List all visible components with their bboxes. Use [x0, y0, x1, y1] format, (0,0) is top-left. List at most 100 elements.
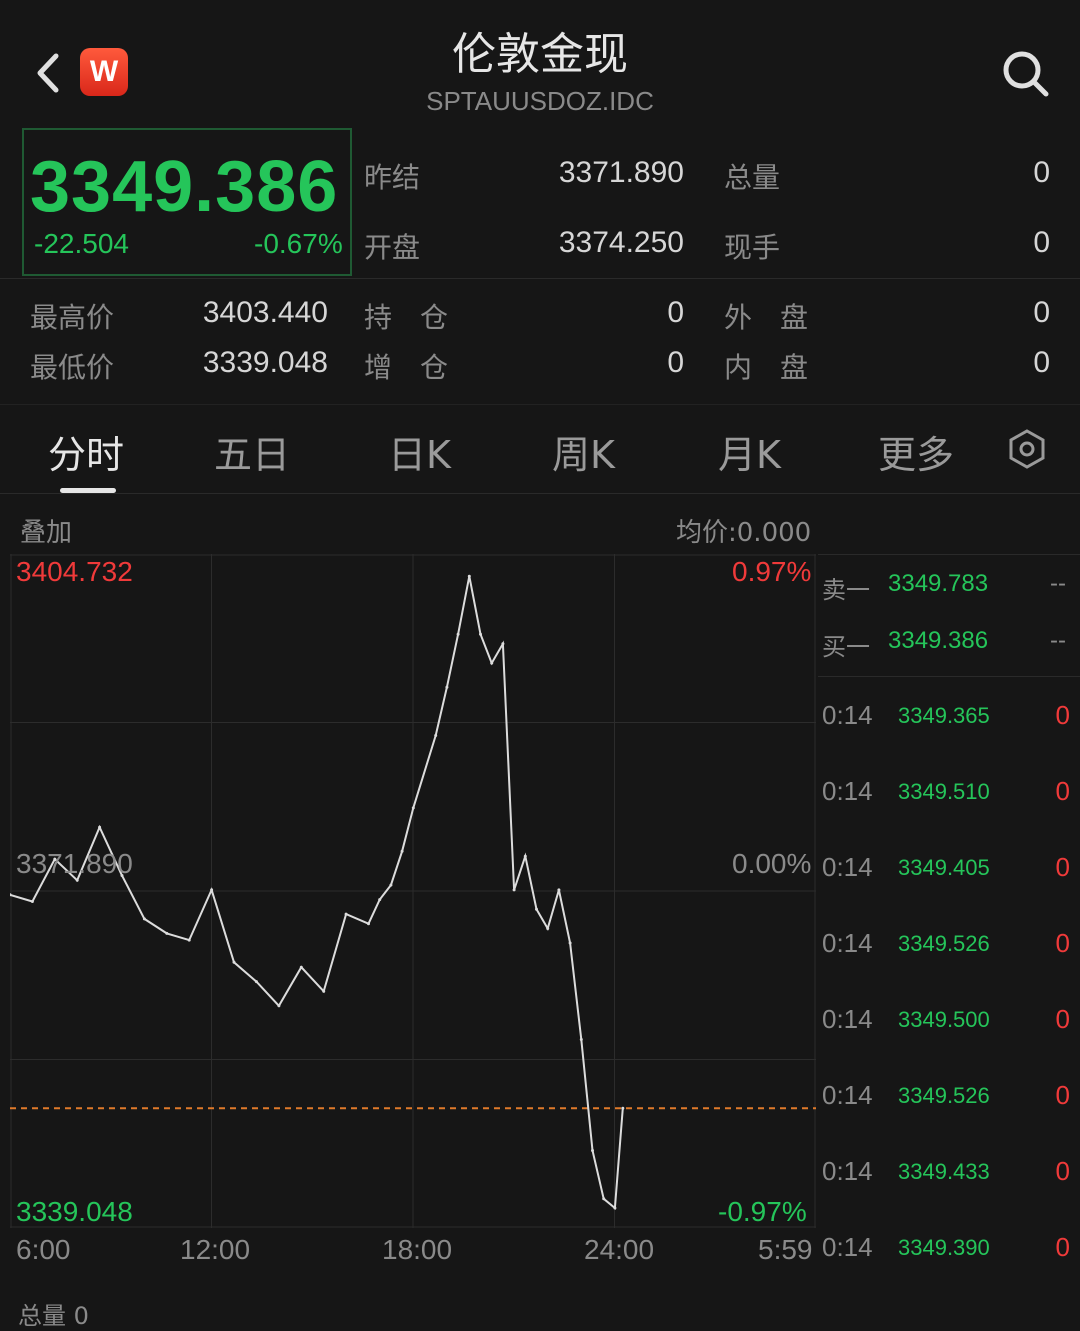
- stat-label-inner: 内 盘: [724, 351, 809, 384]
- price-point: [602, 1197, 606, 1201]
- stat-label-high: 最高价: [30, 301, 115, 334]
- price-series-line: [10, 576, 624, 1210]
- tick-volume: 0: [1055, 1232, 1070, 1262]
- stat-value-inner: 0: [1033, 346, 1050, 379]
- overlay-button[interactable]: 叠加: [20, 512, 72, 549]
- stat-value-open: 3374.250: [558, 226, 684, 259]
- price-point: [490, 661, 494, 665]
- price-point: [367, 922, 370, 926]
- price-point: [479, 632, 482, 636]
- price-point: [535, 907, 538, 911]
- stat-value-outer: 0: [1033, 296, 1050, 329]
- tick-time: 0:14: [822, 1004, 873, 1034]
- stat-label-volume: 总量: [724, 161, 781, 194]
- stat-label-outer: 外 盘: [724, 301, 809, 334]
- ask-price: 3349.783: [888, 570, 989, 597]
- ask-label: 卖一: [822, 576, 870, 604]
- stat-label-low: 最低价: [30, 351, 115, 384]
- pct-max-label: 0.97%: [732, 556, 812, 587]
- last-price: 3349.386: [30, 147, 339, 227]
- price-point: [579, 1038, 583, 1041]
- tick-volume: 0: [1055, 852, 1070, 882]
- stat-value-open-interest: 0: [667, 296, 684, 329]
- symbol-code: SPTAUUSDOZ.IDC: [426, 86, 654, 116]
- search-icon[interactable]: [1000, 48, 1052, 100]
- price-point: [30, 900, 34, 903]
- tick-price: 3349.526: [898, 931, 990, 956]
- stat-label-open: 开盘: [364, 231, 421, 264]
- price-point: [400, 849, 404, 853]
- y-min-label: 3339.048: [16, 1196, 133, 1227]
- tick-price: 3349.510: [898, 779, 990, 804]
- tab-weekly-k[interactable]: 周K: [552, 424, 615, 479]
- price-point: [501, 642, 505, 646]
- divider: [818, 676, 1080, 677]
- bid-volume: --: [1050, 627, 1066, 654]
- tab-daily-k[interactable]: 日K: [388, 424, 451, 479]
- y-mid-label: 3371.890: [16, 848, 133, 879]
- time-axis-label: 24:00: [584, 1234, 655, 1265]
- stat-label-current-hand: 现手: [724, 231, 781, 264]
- price-point: [456, 632, 460, 636]
- divider: [0, 404, 1080, 405]
- settings-icon[interactable]: [1006, 428, 1048, 470]
- tick-price: 3349.365: [898, 703, 990, 728]
- tick-price: 3349.405: [898, 855, 990, 880]
- y-max-label: 3404.732: [16, 556, 133, 587]
- price-point: [254, 980, 258, 984]
- volume-label: 总量 0: [18, 1302, 89, 1330]
- intraday-chart[interactable]: [10, 554, 816, 1228]
- price-point: [277, 1004, 281, 1008]
- tab-more[interactable]: 更多: [878, 424, 954, 479]
- price-point: [389, 883, 393, 887]
- bid-label: 买一: [822, 633, 870, 661]
- tick-volume: 0: [1055, 700, 1070, 730]
- tick-price: 3349.526: [898, 1083, 990, 1108]
- stat-value-oi-change: 0: [667, 346, 684, 379]
- tick-volume: 0: [1055, 1156, 1070, 1186]
- price-point: [165, 931, 169, 935]
- stat-label-oi-change: 增 仓: [364, 351, 449, 384]
- price-point: [445, 685, 449, 689]
- tick-time: 0:14: [822, 776, 873, 806]
- price-point: [187, 938, 191, 942]
- price-point: [344, 912, 348, 916]
- stat-label-open-interest: 持 仓: [364, 301, 449, 334]
- stat-label-prev-settle: 昨结: [364, 161, 421, 194]
- tick-volume: 0: [1055, 1004, 1070, 1034]
- price-point: [210, 888, 214, 892]
- price-point: [523, 854, 527, 858]
- price-change: -22.504: [34, 228, 129, 259]
- tab-intraday[interactable]: 分时: [48, 424, 124, 479]
- time-axis-label: 12:00: [180, 1234, 251, 1265]
- price-point: [613, 1206, 617, 1210]
- price-point: [568, 941, 572, 945]
- time-axis-label: 6:00: [16, 1234, 71, 1265]
- tick-volume: 0: [1055, 928, 1070, 958]
- price-change-pct: -0.67%: [254, 228, 343, 259]
- price-point: [322, 989, 326, 993]
- price-point: [546, 927, 550, 930]
- tick-volume: 0: [1055, 776, 1070, 806]
- divider: [0, 493, 1080, 494]
- tick-price: 3349.390: [898, 1235, 990, 1260]
- stat-value-current-hand: 0: [1033, 226, 1050, 259]
- tab-monthly-k[interactable]: 月K: [718, 424, 781, 479]
- price-point: [232, 960, 236, 964]
- price-point: [411, 806, 415, 810]
- price-point: [299, 965, 303, 969]
- pct-min-label: -0.97%: [718, 1196, 807, 1227]
- stat-value-prev-settle: 3371.890: [558, 156, 684, 189]
- price-point: [591, 1149, 594, 1152]
- price-point: [512, 888, 516, 892]
- stat-value-high: 3403.440: [202, 296, 328, 329]
- price-point: [142, 917, 146, 921]
- tab-five-day[interactable]: 五日: [214, 424, 290, 479]
- ask-volume: --: [1050, 570, 1066, 597]
- tick-time: 0:14: [822, 1080, 873, 1110]
- stat-value-low: 3339.048: [202, 346, 328, 379]
- tick-price: 3349.433: [898, 1159, 990, 1184]
- price-point: [557, 888, 561, 892]
- time-axis-label: 5:59: [758, 1234, 813, 1265]
- time-axis-label: 18:00: [382, 1234, 453, 1265]
